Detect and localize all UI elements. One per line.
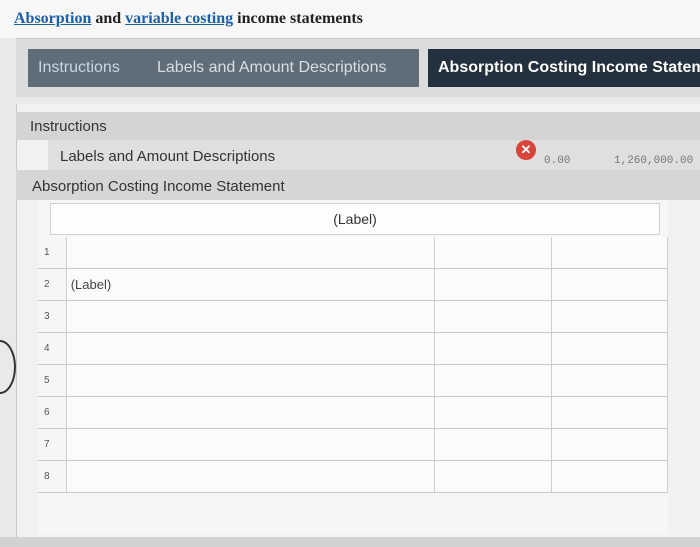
table-row: 3 (38, 301, 668, 333)
row-number: 3 (44, 311, 50, 322)
amount-cell[interactable] (433, 365, 552, 396)
tab-instructions[interactable]: Instructions (28, 49, 153, 87)
row-number: 8 (44, 471, 50, 482)
row-number: 7 (44, 439, 50, 450)
labels-panel-label: Labels and Amount Descriptions (60, 148, 276, 165)
amount-cell[interactable] (433, 429, 552, 460)
table-row: 2 (Label) (38, 269, 668, 301)
tab-labels-and-amount-descriptions[interactable]: Labels and Amount Descriptions (147, 49, 419, 87)
table-row: 8 (38, 461, 668, 493)
label-cell[interactable]: (Label) (65, 269, 434, 300)
total-cell[interactable] (551, 365, 668, 396)
statement-panel-header[interactable]: Absorption Costing Income Statement (16, 170, 700, 200)
popup-value-fragment-left: 0.00 (544, 155, 571, 167)
total-cell[interactable] (551, 397, 668, 428)
amount-cell[interactable] (433, 333, 552, 364)
table-row: 1 (38, 237, 668, 269)
total-cell[interactable] (551, 461, 668, 492)
amount-cell[interactable] (433, 301, 552, 332)
label-cell[interactable] (65, 461, 434, 492)
row-number: 6 (44, 407, 50, 418)
label-cell[interactable] (65, 333, 434, 364)
page-title: Absorption and variable costing income s… (14, 10, 363, 28)
amount-cell[interactable] (433, 269, 552, 300)
total-cell[interactable] (551, 237, 668, 268)
label-cell[interactable] (65, 301, 434, 332)
label-cell[interactable] (65, 429, 434, 460)
instructions-panel-label: Instructions (30, 118, 107, 135)
total-cell[interactable] (551, 333, 668, 364)
table-row: 6 (38, 397, 668, 429)
title-bar: Absorption and variable costing income s… (0, 0, 700, 38)
row-number: 2 (44, 279, 50, 290)
amount-cell[interactable] (433, 237, 552, 268)
statement-grid: 1 2 (Label) 3 4 5 6 7 8 (38, 237, 668, 493)
label-cell[interactable] (65, 397, 434, 428)
row-number: 5 (44, 375, 50, 386)
table-row: 5 (38, 365, 668, 397)
amount-cell[interactable] (433, 461, 552, 492)
close-icon[interactable]: ✕ (516, 140, 536, 160)
label-cell[interactable] (65, 237, 434, 268)
amount-cell[interactable] (433, 397, 552, 428)
table-row: 7 (38, 429, 668, 461)
absorption-link[interactable]: Absorption (14, 10, 91, 27)
statement-panel-label: Absorption Costing Income Statement (32, 178, 285, 195)
radio-outline (0, 340, 16, 394)
title-text-1: and (91, 10, 126, 27)
title-text-2: income statements (233, 10, 363, 27)
label-cell[interactable] (65, 365, 434, 396)
label-cell-text: (Label) (70, 277, 112, 292)
bottom-bar (0, 537, 700, 547)
total-cell[interactable] (551, 429, 668, 460)
instructions-panel-header[interactable]: Instructions (16, 112, 700, 140)
total-cell[interactable] (551, 301, 668, 332)
tab-absorption-costing-income-statement[interactable]: Absorption Costing Income Statement (428, 49, 700, 87)
tab-bar: Instructions Labels and Amount Descripti… (16, 38, 700, 97)
row-number: 1 (44, 247, 50, 258)
statement-header-label[interactable]: (Label) (50, 203, 660, 235)
labels-panel-header[interactable]: Labels and Amount Descriptions (48, 140, 700, 170)
row-number: 4 (44, 343, 50, 354)
table-row: 4 (38, 333, 668, 365)
popup-value-fragment-right: 1,260,000.00 (614, 155, 694, 167)
variable-costing-link[interactable]: variable costing (125, 10, 233, 27)
total-cell[interactable] (551, 269, 668, 300)
